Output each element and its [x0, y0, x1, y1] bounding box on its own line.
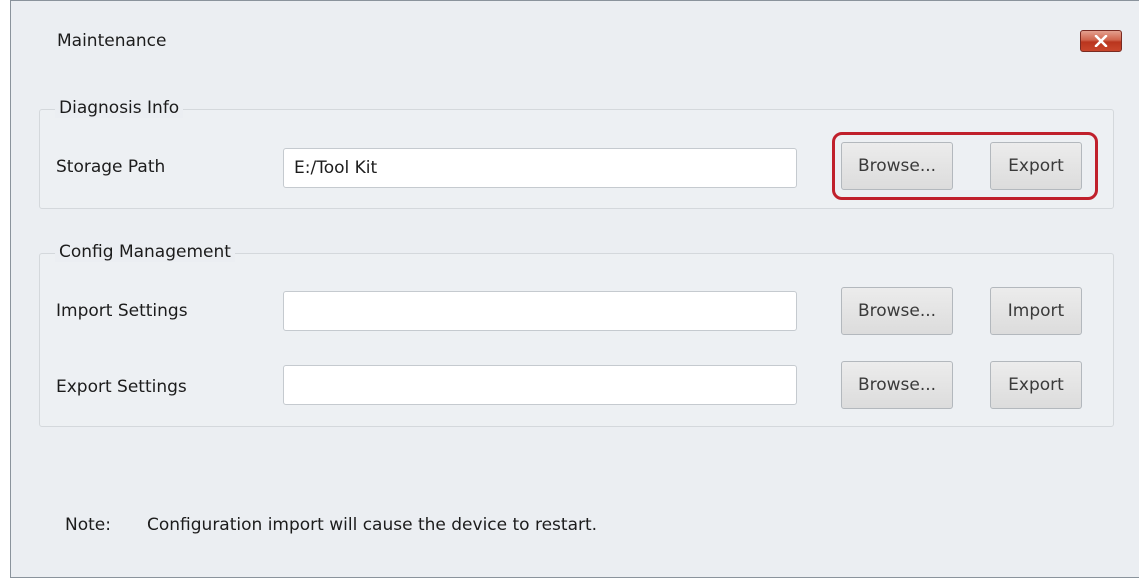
import-browse-button[interactable]: Browse...	[841, 287, 953, 335]
title-bar[interactable]: Maintenance	[11, 1, 1139, 71]
config-management-legend: Config Management	[55, 242, 235, 262]
export-button[interactable]: Export	[990, 361, 1082, 409]
import-button[interactable]: Import	[990, 287, 1082, 335]
note-text: Configuration import will cause the devi…	[147, 515, 598, 535]
maintenance-dialog: Maintenance Diagnosis Info Storage Path …	[0, 0, 1139, 578]
export-settings-input[interactable]	[283, 365, 797, 405]
import-settings-label: Import Settings	[56, 301, 188, 321]
import-settings-input[interactable]	[283, 291, 797, 331]
diagnosis-browse-button[interactable]: Browse...	[841, 142, 953, 190]
diagnosis-info-legend: Diagnosis Info	[55, 98, 184, 118]
diagnosis-export-button[interactable]: Export	[990, 142, 1082, 190]
export-browse-button[interactable]: Browse...	[841, 361, 953, 409]
close-icon	[1094, 35, 1108, 47]
export-settings-label: Export Settings	[56, 377, 187, 397]
dialog-title: Maintenance	[57, 31, 167, 51]
note-prefix: Note:	[65, 515, 111, 535]
storage-path-label: Storage Path	[56, 157, 166, 177]
storage-path-input[interactable]	[283, 148, 797, 188]
close-button[interactable]	[1080, 30, 1122, 52]
dialog-frame: Maintenance Diagnosis Info Storage Path …	[10, 0, 1139, 578]
